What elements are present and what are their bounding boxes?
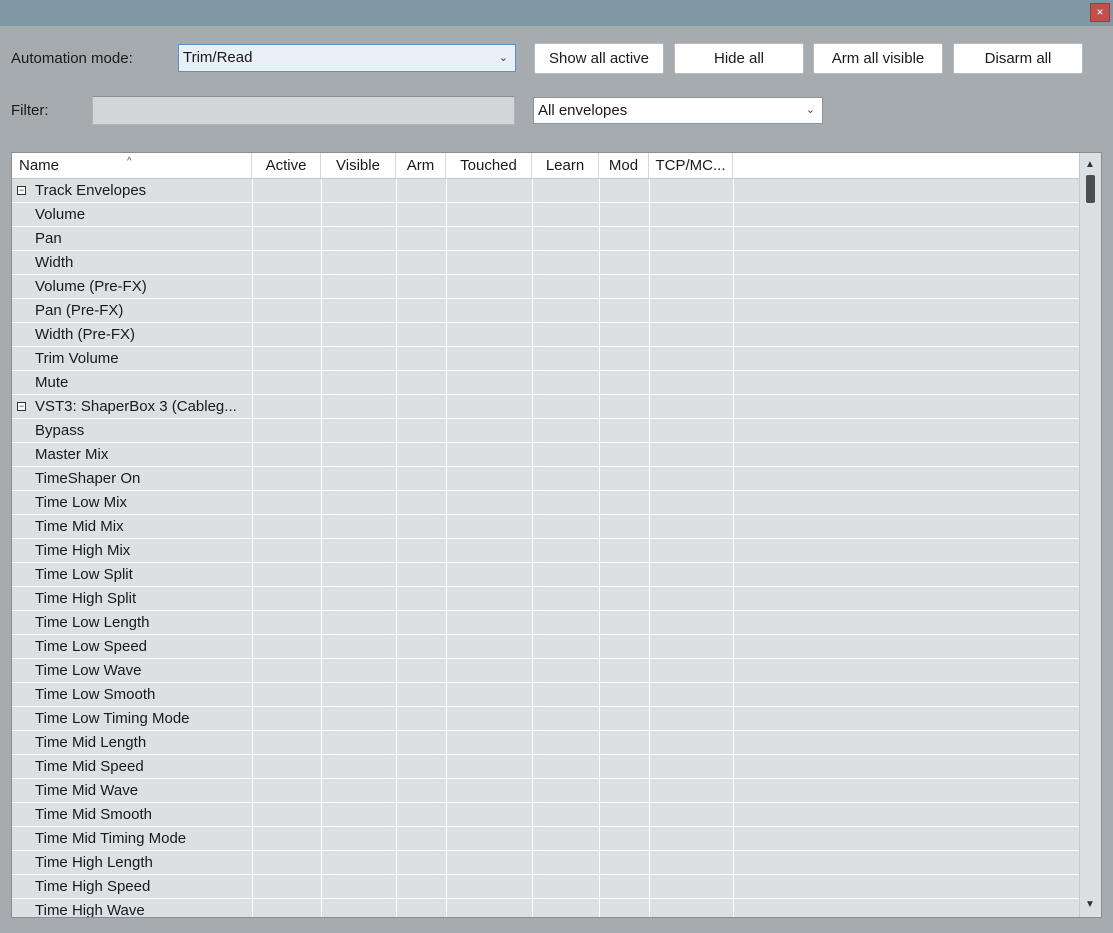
table-row[interactable]: Time Mid Mix	[12, 515, 1079, 539]
table-row[interactable]: Pan (Pre-FX)	[12, 299, 1079, 323]
table-row[interactable]: Time Mid Timing Mode	[12, 827, 1079, 851]
group-row[interactable]: − VST3: ShaperBox 3 (Cableg...	[12, 395, 1079, 419]
column-header-name[interactable]: Name ^	[12, 153, 252, 178]
scrollbar-thumb[interactable]	[1086, 175, 1095, 203]
scroll-down-icon[interactable]: ▼	[1085, 899, 1095, 910]
row-name: Master Mix	[35, 446, 109, 463]
table-row[interactable]: Pan	[12, 227, 1079, 251]
row-name: Time Mid Wave	[35, 782, 139, 799]
row-name: Width (Pre-FX)	[35, 326, 136, 343]
row-name: Width	[35, 254, 74, 271]
table-row[interactable]: Time Low Timing Mode	[12, 707, 1079, 731]
row-name: Volume	[35, 206, 86, 223]
envelope-list: Name ^ Active Visible Arm Touched Learn …	[11, 152, 1102, 918]
table-row[interactable]: Time Low Smooth	[12, 683, 1079, 707]
table-row[interactable]: Time Mid Speed	[12, 755, 1079, 779]
table-row[interactable]: Time Mid Smooth	[12, 803, 1079, 827]
row-name: Volume (Pre-FX)	[35, 278, 147, 295]
chevron-down-icon: ⌄	[805, 104, 815, 116]
collapse-icon[interactable]: −	[17, 186, 26, 195]
row-name: Time Low Wave	[35, 662, 142, 679]
envelope-filter-select[interactable]: All envelopes ⌄	[533, 97, 823, 124]
table-row[interactable]: Volume	[12, 203, 1079, 227]
table-row[interactable]: Master Mix	[12, 443, 1079, 467]
table-row[interactable]: Mute	[12, 371, 1079, 395]
row-name: Trim Volume	[35, 350, 119, 367]
table-row[interactable]: TimeShaper On	[12, 467, 1079, 491]
row-name: Time Mid Speed	[35, 758, 144, 775]
table-row[interactable]: Time Low Split	[12, 563, 1079, 587]
table-row[interactable]: Time Low Wave	[12, 659, 1079, 683]
filter-input[interactable]	[92, 96, 515, 125]
vertical-scrollbar[interactable]: ▲ ▼	[1079, 153, 1101, 917]
table-row[interactable]: Time High Wave	[12, 899, 1079, 918]
arm-all-visible-button[interactable]: Arm all visible	[813, 43, 943, 74]
envelope-rows: − Track Envelopes Volume Pan Width Volume (Pr…	[12, 179, 1079, 918]
column-header-learn[interactable]: Learn	[532, 153, 599, 178]
row-name: Time Mid Length	[35, 734, 147, 751]
row-name: Time High Speed	[35, 878, 151, 895]
table-row[interactable]: Time Mid Wave	[12, 779, 1079, 803]
close-button[interactable]: ×	[1090, 3, 1110, 22]
column-header-touched[interactable]: Touched	[446, 153, 532, 178]
row-name: Time Mid Smooth	[35, 806, 152, 823]
table-row[interactable]: Time Mid Length	[12, 731, 1079, 755]
row-name: Bypass	[35, 422, 85, 439]
envelope-filter-value: All envelopes	[538, 102, 628, 119]
sort-ascending-icon: ^	[127, 156, 132, 167]
row-name: Time Mid Timing Mode	[35, 830, 187, 847]
table-row[interactable]: Time High Speed	[12, 875, 1079, 899]
row-name: VST3: ShaperBox 3 (Cableg...	[35, 398, 237, 415]
row-name: Time Low Speed	[35, 638, 148, 655]
table-row[interactable]: Time High Mix	[12, 539, 1079, 563]
hide-all-button[interactable]: Hide all	[674, 43, 804, 74]
row-name: Time Low Timing Mode	[35, 710, 190, 727]
row-name: Pan	[35, 230, 62, 247]
row-name: Time High Split	[35, 590, 137, 607]
column-header-row: Name ^ Active Visible Arm Touched Learn …	[12, 153, 1079, 179]
table-row[interactable]: Trim Volume	[12, 347, 1079, 371]
row-name: Time Low Mix	[35, 494, 127, 511]
row-name: Pan (Pre-FX)	[35, 302, 124, 319]
table-row[interactable]: Width	[12, 251, 1079, 275]
show-all-active-button[interactable]: Show all active	[534, 43, 664, 74]
automation-mode-select[interactable]: Trim/Read ⌄	[178, 44, 516, 72]
automation-mode-label: Automation mode:	[11, 50, 133, 67]
table-row[interactable]: Time High Split	[12, 587, 1079, 611]
column-header-active[interactable]: Active	[252, 153, 321, 178]
collapse-icon[interactable]: −	[17, 402, 26, 411]
row-name: Time High Length	[35, 854, 153, 871]
table-row[interactable]: Volume (Pre-FX)	[12, 275, 1079, 299]
column-header-visible[interactable]: Visible	[321, 153, 396, 178]
table-row[interactable]: Time High Length	[12, 851, 1079, 875]
row-name: Time Low Length	[35, 614, 150, 631]
row-name: TimeShaper On	[35, 470, 141, 487]
row-name: Time Low Split	[35, 566, 133, 583]
filter-label: Filter:	[11, 102, 49, 119]
row-name: Track Envelopes	[35, 182, 147, 199]
row-name: Time High Mix	[35, 542, 131, 559]
table-row[interactable]: Time Low Speed	[12, 635, 1079, 659]
title-bar: ×	[0, 0, 1113, 26]
column-header-arm[interactable]: Arm	[396, 153, 446, 178]
column-header-name-label: Name	[19, 157, 60, 174]
disarm-all-button[interactable]: Disarm all	[953, 43, 1083, 74]
row-name: Time Low Smooth	[35, 686, 156, 703]
table-row[interactable]: Width (Pre-FX)	[12, 323, 1079, 347]
row-name: Time High Wave	[35, 902, 145, 918]
row-name: Time Mid Mix	[35, 518, 124, 535]
column-header-mod[interactable]: Mod	[599, 153, 649, 178]
table-row[interactable]: Bypass	[12, 419, 1079, 443]
chevron-down-icon: ⌄	[498, 52, 508, 64]
table-row[interactable]: Time Low Length	[12, 611, 1079, 635]
automation-mode-value: Trim/Read	[183, 49, 253, 66]
table-row[interactable]: Time Low Mix	[12, 491, 1079, 515]
group-row[interactable]: − Track Envelopes	[12, 179, 1079, 203]
column-header-tcp-mcp[interactable]: TCP/MC...	[649, 153, 733, 178]
scroll-up-icon[interactable]: ▲	[1085, 159, 1095, 170]
row-name: Mute	[35, 374, 69, 391]
